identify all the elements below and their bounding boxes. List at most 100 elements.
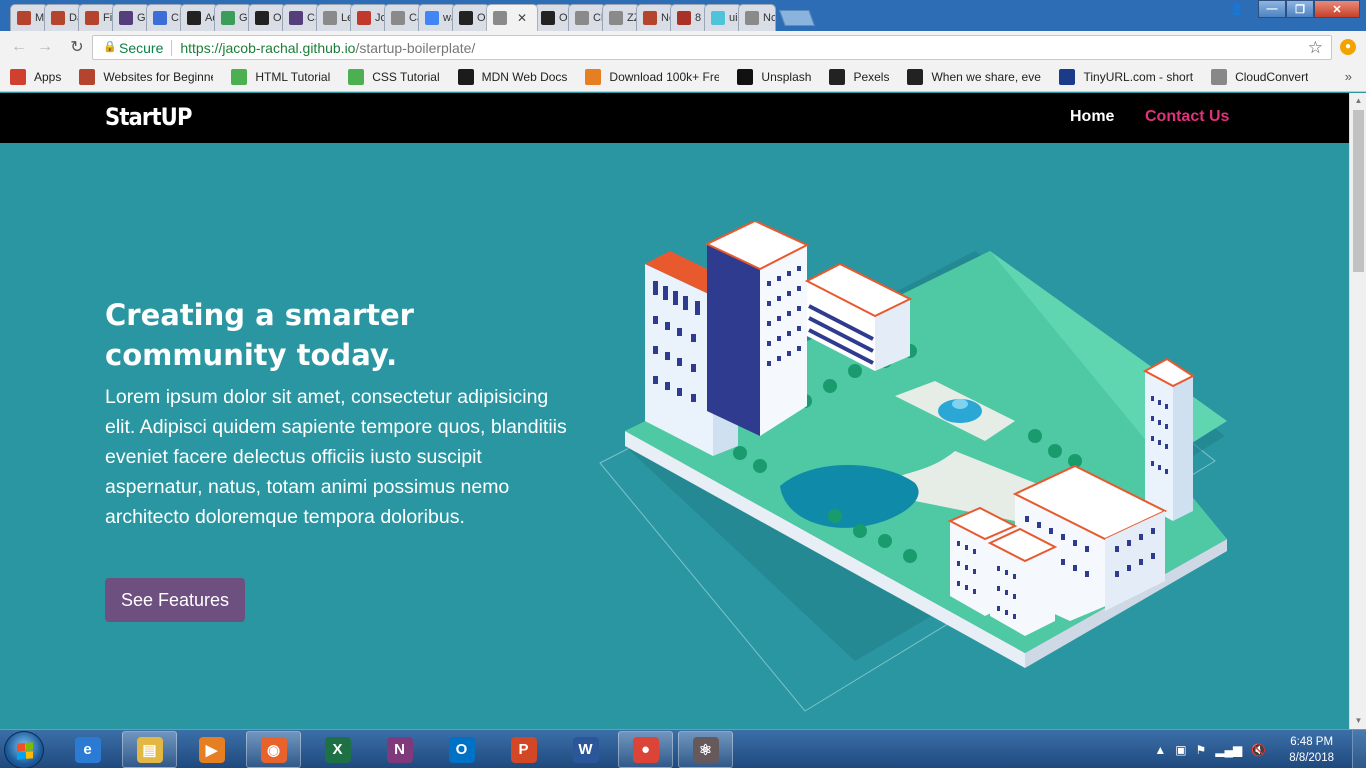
tab-active[interactable]: ✕ [486, 4, 538, 31]
browser-tab[interactable]: Op [534, 4, 572, 31]
taskbar-internet-explorer[interactable]: e [60, 731, 115, 768]
bookmark-item[interactable]: CloudConvert [1211, 69, 1308, 85]
bookmark-item[interactable]: Websites for Beginne [79, 69, 213, 85]
browser-tab[interactable]: Op [248, 4, 286, 31]
browser-tab[interactable]: Git [214, 4, 252, 31]
taskbar-onenote[interactable]: N [372, 731, 427, 768]
browser-tab[interactable]: Op [452, 4, 490, 31]
ninja-icon [79, 69, 96, 85]
bookmark-item[interactable]: HTML Tutorial [231, 69, 330, 85]
browser-tab[interactable]: Ca [384, 4, 422, 31]
system-clock[interactable]: 6:48 PM 8/8/2018 [1289, 734, 1334, 766]
github-icon [221, 11, 235, 25]
bookmark-item[interactable]: Pexels [829, 69, 889, 85]
brand-logo[interactable]: StartUP [105, 103, 192, 131]
minimize-button[interactable]: — [1258, 0, 1286, 18]
ninja-icon [17, 11, 31, 25]
github-icon [255, 11, 269, 25]
bookmark-star-icon[interactable]: ☆ [1308, 38, 1323, 58]
bookmark-label: HTML Tutorial [255, 70, 331, 84]
taskbar-chrome[interactable]: ● [618, 731, 673, 768]
browser-tab[interactable]: Ge [112, 4, 150, 31]
browser-tab[interactable]: Nc [636, 4, 674, 31]
taskbar-atom[interactable]: ⚛ [678, 731, 733, 768]
browser-tab[interactable]: uiG [704, 4, 742, 31]
taskbar-excel[interactable]: X [310, 731, 365, 768]
cloud-icon [1211, 69, 1228, 85]
bookmark-item[interactable]: Apps [10, 69, 61, 85]
google-icon [425, 11, 439, 25]
browser-tab[interactable]: Ad [180, 4, 218, 31]
extension-icon[interactable]: ● [1340, 39, 1356, 55]
scroll-down-arrow-icon[interactable]: ▼ [1350, 713, 1366, 729]
browser-tab[interactable]: Ch [568, 4, 606, 31]
browser-tab[interactable]: CR [146, 4, 184, 31]
user-profile-icon[interactable]: 👤 [1224, 0, 1250, 18]
browser-tab[interactable]: Le [316, 4, 354, 31]
github-icon [459, 11, 473, 25]
reload-icon[interactable]: ↻ [64, 37, 90, 57]
taskbar-outlook[interactable]: O [434, 731, 489, 768]
close-window-button[interactable]: ✕ [1314, 0, 1360, 18]
show-desktop-button[interactable] [1352, 730, 1366, 768]
bookmark-item[interactable]: CSS Tutorial [348, 69, 440, 85]
chrome-icon: ● [632, 736, 659, 763]
ninja-icon [85, 11, 99, 25]
action-center-flag-icon[interactable]: ⚑ [1196, 743, 1207, 757]
window-controls: 👤 — ❐ ✕ [1224, 0, 1360, 18]
windows-logo-icon [17, 742, 33, 760]
maximize-button[interactable]: ❐ [1286, 0, 1314, 18]
nav-contact-link[interactable]: Contact Us [1145, 108, 1229, 126]
bookmark-item[interactable]: When we share, ever [907, 69, 1041, 85]
ninja-icon [643, 11, 657, 25]
address-bar[interactable]: 🔒 Secure https://jacob-rachal.github.io /… [92, 35, 1332, 60]
bookmark-item[interactable]: TinyURL.com - short [1059, 69, 1193, 85]
bookmark-item[interactable]: MDN Web Docs [457, 69, 567, 85]
bookmark-label: Unsplash [761, 70, 812, 84]
taskbar-file-explorer[interactable]: ▤ [122, 731, 177, 768]
taskbar-media-player[interactable]: ▶ [184, 731, 239, 768]
see-features-button[interactable]: See Features [105, 578, 245, 622]
usb-device-icon[interactable]: ▣ [1175, 743, 1186, 757]
scroll-up-arrow-icon[interactable]: ▲ [1350, 93, 1366, 109]
browser-tab[interactable]: ZZ [602, 4, 640, 31]
scrollbar-thumb[interactable] [1353, 110, 1364, 272]
w3-icon [231, 69, 248, 85]
udemy-icon [357, 11, 371, 25]
browser-tab[interactable]: Fin [78, 4, 116, 31]
forward-arrow-icon[interactable]: → [32, 38, 58, 56]
taskbar-powerpoint[interactable]: P [496, 731, 551, 768]
bookmark-item[interactable]: Download 100k+ Fre [585, 69, 719, 85]
hero-headline: Creating a smarter community today. [105, 298, 414, 372]
bookmarks-bar: Apps Websites for Beginne HTML Tutorial CSS… [0, 63, 1366, 92]
lock-icon: 🔒 [103, 41, 117, 53]
camera-icon [737, 69, 754, 85]
browser-tab[interactable]: wa [418, 4, 456, 31]
network-signal-icon[interactable]: ▂▄▆ [1215, 743, 1242, 757]
omnibox-divider [171, 39, 173, 56]
browser-tab[interactable]: CS [282, 4, 320, 31]
back-arrow-icon[interactable]: ← [6, 38, 32, 56]
taskbar-word[interactable]: W [558, 731, 613, 768]
bookmark-item[interactable]: Unsplash [737, 69, 811, 85]
browser-tab[interactable]: 8 s [670, 4, 708, 31]
close-tab-icon[interactable]: ✕ [517, 11, 527, 25]
more-bookmarks-icon[interactable]: » [1345, 69, 1352, 84]
nav-home-link[interactable]: Home [1070, 108, 1114, 126]
site-navbar: StartUP Home Contact Us [0, 93, 1349, 143]
onenote-icon: N [386, 736, 413, 763]
page-icon [609, 11, 623, 25]
start-button[interactable] [4, 731, 44, 768]
volume-muted-icon[interactable]: 🔇 [1251, 743, 1266, 757]
browser-tab[interactable]: Nc [738, 4, 776, 31]
page-scrollbar[interactable]: ▲ ▼ [1349, 93, 1366, 729]
browser-tab[interactable]: Da [44, 4, 82, 31]
clock-date: 8/8/2018 [1289, 751, 1334, 764]
smart-city-illustration [599, 221, 1227, 712]
show-hidden-icons-icon[interactable]: ▲ [1154, 743, 1166, 757]
bookmark-label: Websites for Beginne [103, 70, 214, 84]
new-tab-button[interactable] [779, 10, 815, 26]
browser-tab[interactable]: Mc [10, 4, 48, 31]
taskbar-firefox[interactable]: ◉ [246, 731, 301, 768]
browser-tab[interactable]: Jol [350, 4, 388, 31]
